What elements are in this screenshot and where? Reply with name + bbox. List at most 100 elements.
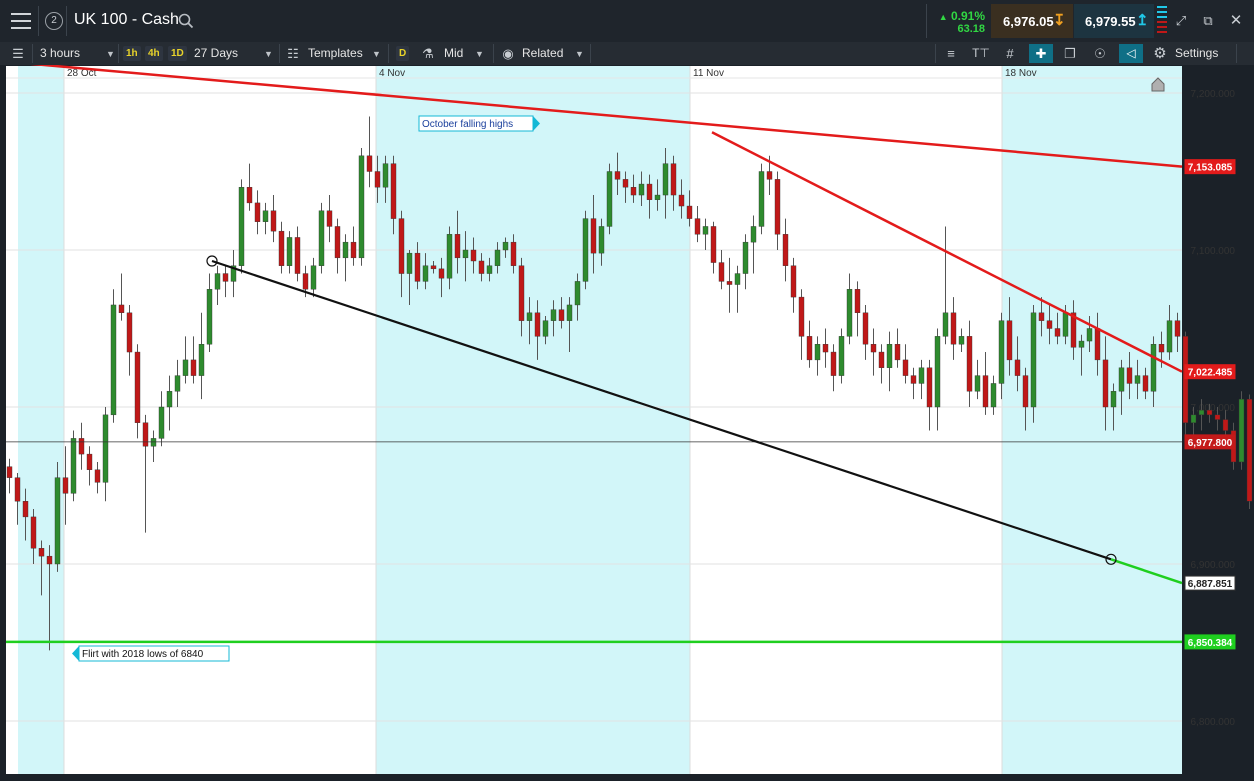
grid-icon[interactable]: # [1001,42,1019,65]
close-icon[interactable]: ✕ [1227,9,1245,32]
candle-body [126,312,133,353]
chart-count-badge[interactable]: 2 [45,12,63,30]
candle-body [534,312,541,337]
timeframe-1d-button[interactable]: 1D [168,46,187,61]
candle[interactable] [318,202,325,274]
candle-body [590,218,597,254]
candle-body [1006,320,1013,361]
candle[interactable] [606,163,613,235]
candle-body [1118,367,1125,392]
candle-body [14,477,21,502]
candle-body [1126,367,1133,384]
chart-list-icon[interactable]: ☰ [10,42,26,65]
buy-price: 6,979.55 [1085,14,1136,29]
period-select[interactable]: 27 Days [194,42,238,65]
candle[interactable] [238,179,245,274]
price-chart[interactable]: 28 Oct 4 Nov 11 Nov 18 Nov 7,200.0007,100.0… [0,65,1254,781]
candle-body [486,265,493,274]
candle-body [206,289,213,345]
annotation-lower[interactable]: Flirt with 2018 lows of 6840 [72,645,230,662]
candle[interactable] [1182,331,1189,439]
change-points: 63.18 [957,23,985,35]
candle-body [830,351,837,376]
chart-type-icon[interactable]: ⚗ [420,42,436,65]
candle-body [398,218,405,274]
annotation-upper[interactable]: October falling highs [418,115,540,132]
tag-icon[interactable]: ◁ [1119,44,1143,63]
expand-icon[interactable]: ⤢ [1172,9,1190,32]
candle[interactable] [838,328,845,384]
candle-body [174,375,181,392]
candle-body [1014,359,1021,376]
related-button[interactable]: Related [522,42,563,65]
settings-button[interactable]: Settings [1175,42,1218,65]
candle-body [430,265,437,270]
period-chevron-down-icon[interactable]: ▼ [264,49,273,59]
buy-price-button[interactable]: 6,979.55 ↥ [1074,4,1154,38]
indicators-icon[interactable]: ≡ [942,42,960,65]
related-chevron-down-icon[interactable]: ▼ [575,49,584,59]
crosshair-icon[interactable]: ✚ [1029,44,1053,63]
menu-icon[interactable] [11,13,31,29]
chart-toolbar: ☰ 3 hours ▼ 1h 4h 1D 27 Days ▼ ☷ Templat… [0,42,1254,66]
popout-icon[interactable]: ⧉ [1199,9,1217,32]
candle-body [766,171,773,180]
candle-body [958,336,965,345]
text-size-icon[interactable]: T⊤ [970,42,992,65]
candle-body [262,210,269,222]
d-button[interactable]: D [396,46,410,61]
candle-body [526,312,533,321]
candle-body [150,438,157,447]
interval-select[interactable]: 3 hours [40,42,80,65]
templates-chevron-down-icon[interactable]: ▼ [372,49,381,59]
candle[interactable] [1238,391,1245,470]
candle-body [334,226,341,259]
candle[interactable] [70,430,77,502]
candle[interactable] [110,289,117,423]
candle-body [198,344,205,376]
candle-body [1046,320,1053,329]
candle-body [510,241,517,266]
candle-body [294,237,301,274]
templates-button[interactable]: Templates [308,42,363,65]
depth-icon[interactable] [1157,6,1167,36]
candle-body [742,241,749,274]
candle-body [406,252,413,274]
candle-body [1182,336,1189,423]
templates-icon: ☷ [287,46,299,61]
top-bar: 2 UK 100 - Cash ▲ 0.91% 63.18 6,976.05 ↧… [0,0,1254,43]
candle-body [574,281,581,306]
candle-body [438,268,445,279]
candle[interactable] [758,163,765,235]
candle-body [950,312,957,345]
candle-body [782,234,789,266]
week-shade-band [1002,66,1182,774]
gear-icon[interactable]: ⚙ [1151,42,1169,65]
candle-body [38,548,45,557]
candle[interactable] [1246,394,1253,510]
drawing-icon[interactable]: ☉ [1091,42,1109,65]
candle-body [1174,320,1181,337]
layers-icon[interactable]: ❐ [1061,42,1079,65]
price-type-chevron-down-icon[interactable]: ▼ [475,49,484,59]
candle-body [1238,398,1245,463]
candle-body [158,406,165,439]
candle-body [1222,419,1229,431]
search-icon[interactable] [178,13,194,29]
week-shade-band [18,66,64,774]
interval-chevron-down-icon[interactable]: ▼ [106,49,115,59]
price-label-text: 7,153.085 [1188,163,1233,174]
candle[interactable] [1030,304,1037,423]
instrument-title[interactable]: UK 100 - Cash [74,11,179,29]
sell-price-button[interactable]: 6,976.05 ↧ [991,4,1073,38]
candle-body [894,344,901,361]
candle-body [30,516,37,549]
timeframe-1h-button[interactable]: 1h [123,46,141,61]
candle[interactable] [54,461,61,572]
candle[interactable] [358,147,365,266]
candle-body [422,265,429,282]
price-type-select[interactable]: Mid [444,42,463,65]
candle[interactable] [582,210,589,290]
timeframe-4h-button[interactable]: 4h [145,46,163,61]
candle-body [110,304,117,416]
